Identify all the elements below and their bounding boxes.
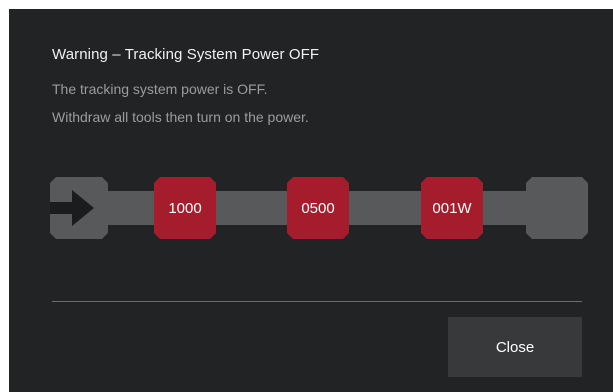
divider (52, 301, 582, 302)
tool-marker-3: 001W (432, 199, 472, 217)
tool-track-diagram: 1000 0500 001W (50, 177, 588, 239)
dialog-title: Warning – Tracking System Power OFF (52, 46, 320, 63)
tool-marker-2: 0500 (301, 199, 335, 217)
dialog-message-line-1: The tracking system power is OFF. (52, 81, 268, 97)
warning-dialog: Warning – Tracking System Power OFF The … (9, 9, 613, 392)
dialog-message-line-2: Withdraw all tools then turn on the powe… (52, 109, 309, 125)
tool-marker-1: 1000 (168, 199, 202, 217)
track-right-end (526, 177, 588, 239)
close-button[interactable]: Close (448, 317, 582, 377)
